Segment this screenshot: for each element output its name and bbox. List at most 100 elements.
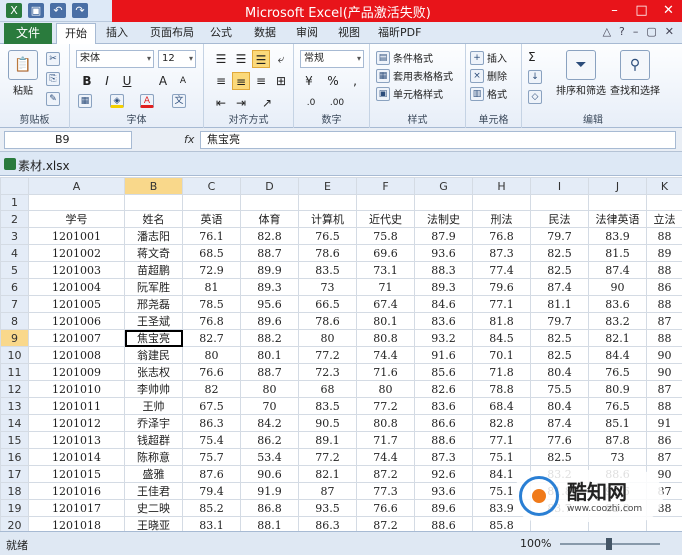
cell-e17[interactable]: 82.1 (298, 465, 357, 483)
insert-function-button[interactable]: fx (184, 133, 194, 146)
currency-icon[interactable]: ¥ (300, 72, 318, 90)
font-color-button[interactable]: A (140, 94, 154, 108)
column-header-b[interactable]: B (124, 177, 183, 195)
cell-g10[interactable]: 91.6 (414, 346, 473, 364)
underline-button[interactable]: U (118, 72, 136, 90)
fill-color-button[interactable]: ◈ (110, 94, 124, 108)
cell-a19[interactable]: 1201017 (28, 499, 125, 517)
column-header-j[interactable]: J (588, 177, 647, 195)
maximize-icon[interactable]: □ (628, 0, 655, 22)
cell-d6[interactable]: 89.3 (240, 278, 299, 296)
cell-e4[interactable]: 78.6 (298, 244, 357, 262)
cell-j10[interactable]: 84.4 (588, 346, 647, 364)
cell-h14[interactable]: 82.8 (472, 414, 531, 432)
cell-j7[interactable]: 83.6 (588, 295, 647, 313)
cell-b19[interactable]: 史二映 (124, 499, 183, 517)
cell-k14[interactable]: 91 (646, 414, 682, 432)
cell-c8[interactable]: 76.8 (182, 312, 241, 330)
cell-h16[interactable]: 75.1 (472, 448, 531, 466)
cell-h15[interactable]: 77.1 (472, 431, 531, 449)
cell-k15[interactable]: 86 (646, 431, 682, 449)
cell-b6[interactable]: 阮军胜 (124, 278, 183, 296)
row-header[interactable]: 12 (0, 380, 29, 398)
cell-g11[interactable]: 85.6 (414, 363, 473, 381)
cell-c16[interactable]: 75.7 (182, 448, 241, 466)
cell-e19[interactable]: 93.5 (298, 499, 357, 517)
cell-d13[interactable]: 70 (240, 397, 299, 415)
cell-d3[interactable]: 82.8 (240, 227, 299, 245)
cell-a16[interactable]: 1201014 (28, 448, 125, 466)
cell-i1[interactable] (530, 194, 589, 211)
cell-k10[interactable]: 90 (646, 346, 682, 364)
align-center-icon[interactable]: ≡ (232, 72, 250, 90)
cell-k6[interactable]: 86 (646, 278, 682, 296)
cell-k7[interactable]: 88 (646, 295, 682, 313)
cell-g4[interactable]: 93.6 (414, 244, 473, 262)
cell-f12[interactable]: 80 (356, 380, 415, 398)
cell-a7[interactable]: 1201005 (28, 295, 125, 313)
cell-j6[interactable]: 90 (588, 278, 647, 296)
cell-i14[interactable]: 87.4 (530, 414, 589, 432)
cell-j14[interactable]: 85.1 (588, 414, 647, 432)
borders-button[interactable]: ▦ (78, 94, 92, 108)
row-header[interactable]: 14 (0, 414, 29, 432)
row-header[interactable]: 11 (0, 363, 29, 381)
cell-a4[interactable]: 1201002 (28, 244, 125, 262)
cell-e15[interactable]: 89.1 (298, 431, 357, 449)
tab-foxit-pdf[interactable]: 福昕PDF (378, 25, 421, 41)
align-bottom-icon[interactable]: ☰ (252, 50, 270, 68)
cell-b16[interactable]: 陈称意 (124, 448, 183, 466)
cell-b1[interactable] (124, 194, 183, 211)
font-name-combo[interactable]: 宋体 (76, 50, 154, 68)
cell-j3[interactable]: 83.9 (588, 227, 647, 245)
cell-d14[interactable]: 84.2 (240, 414, 299, 432)
column-header-h[interactable]: H (472, 177, 531, 195)
cell-b17[interactable]: 盛雅 (124, 465, 183, 483)
column-header-e[interactable]: E (298, 177, 357, 195)
cell-e7[interactable]: 66.5 (298, 295, 357, 313)
cell-c17[interactable]: 87.6 (182, 465, 241, 483)
cell-d9[interactable]: 88.2 (240, 329, 299, 347)
cell-h13[interactable]: 68.4 (472, 397, 531, 415)
cell-d10[interactable]: 80.1 (240, 346, 299, 364)
cell-e1[interactable] (298, 194, 357, 211)
row-header[interactable]: 7 (0, 295, 29, 313)
cell-c1[interactable] (182, 194, 241, 211)
cell-styles-button[interactable]: ▣ 单元格样式 (376, 86, 443, 101)
cell-d1[interactable] (240, 194, 299, 211)
cell-f4[interactable]: 69.6 (356, 244, 415, 262)
cell-f6[interactable]: 71 (356, 278, 415, 296)
decrease-decimal-icon[interactable]: .00 (328, 94, 346, 112)
doc-restore-icon[interactable]: ▢ (646, 25, 656, 38)
grow-font-button[interactable]: A (154, 72, 172, 90)
cell-g17[interactable]: 92.6 (414, 465, 473, 483)
cell-d2[interactable]: 体育 (240, 210, 299, 228)
tab-home[interactable]: 开始 (56, 23, 96, 45)
italic-button[interactable]: I (98, 72, 116, 90)
cut-button[interactable]: ✂ (46, 52, 60, 66)
cell-f7[interactable]: 67.4 (356, 295, 415, 313)
cell-g19[interactable]: 89.6 (414, 499, 473, 517)
cell-f13[interactable]: 77.2 (356, 397, 415, 415)
cell-c7[interactable]: 78.5 (182, 295, 241, 313)
cell-c6[interactable]: 81 (182, 278, 241, 296)
row-header[interactable]: 17 (0, 465, 29, 483)
cell-g18[interactable]: 93.6 (414, 482, 473, 500)
tab-file[interactable]: 文件 (4, 23, 52, 44)
tab-page-layout[interactable]: 页面布局 (150, 25, 194, 41)
cell-i2[interactable]: 民法 (530, 210, 589, 228)
cell-d18[interactable]: 91.9 (240, 482, 299, 500)
cell-h10[interactable]: 70.1 (472, 346, 531, 364)
cell-j4[interactable]: 81.5 (588, 244, 647, 262)
cell-e11[interactable]: 72.3 (298, 363, 357, 381)
cell-i5[interactable]: 82.5 (530, 261, 589, 279)
cell-b15[interactable]: 钱超群 (124, 431, 183, 449)
cell-d11[interactable]: 88.7 (240, 363, 299, 381)
cell-g2[interactable]: 法制史 (414, 210, 473, 228)
cell-e18[interactable]: 87 (298, 482, 357, 500)
tab-review[interactable]: 审阅 (296, 25, 318, 41)
tab-formulas[interactable]: 公式 (210, 25, 232, 41)
cell-g6[interactable]: 89.3 (414, 278, 473, 296)
doc-minimize-icon[interactable]: – (633, 25, 639, 38)
cell-c11[interactable]: 76.6 (182, 363, 241, 381)
